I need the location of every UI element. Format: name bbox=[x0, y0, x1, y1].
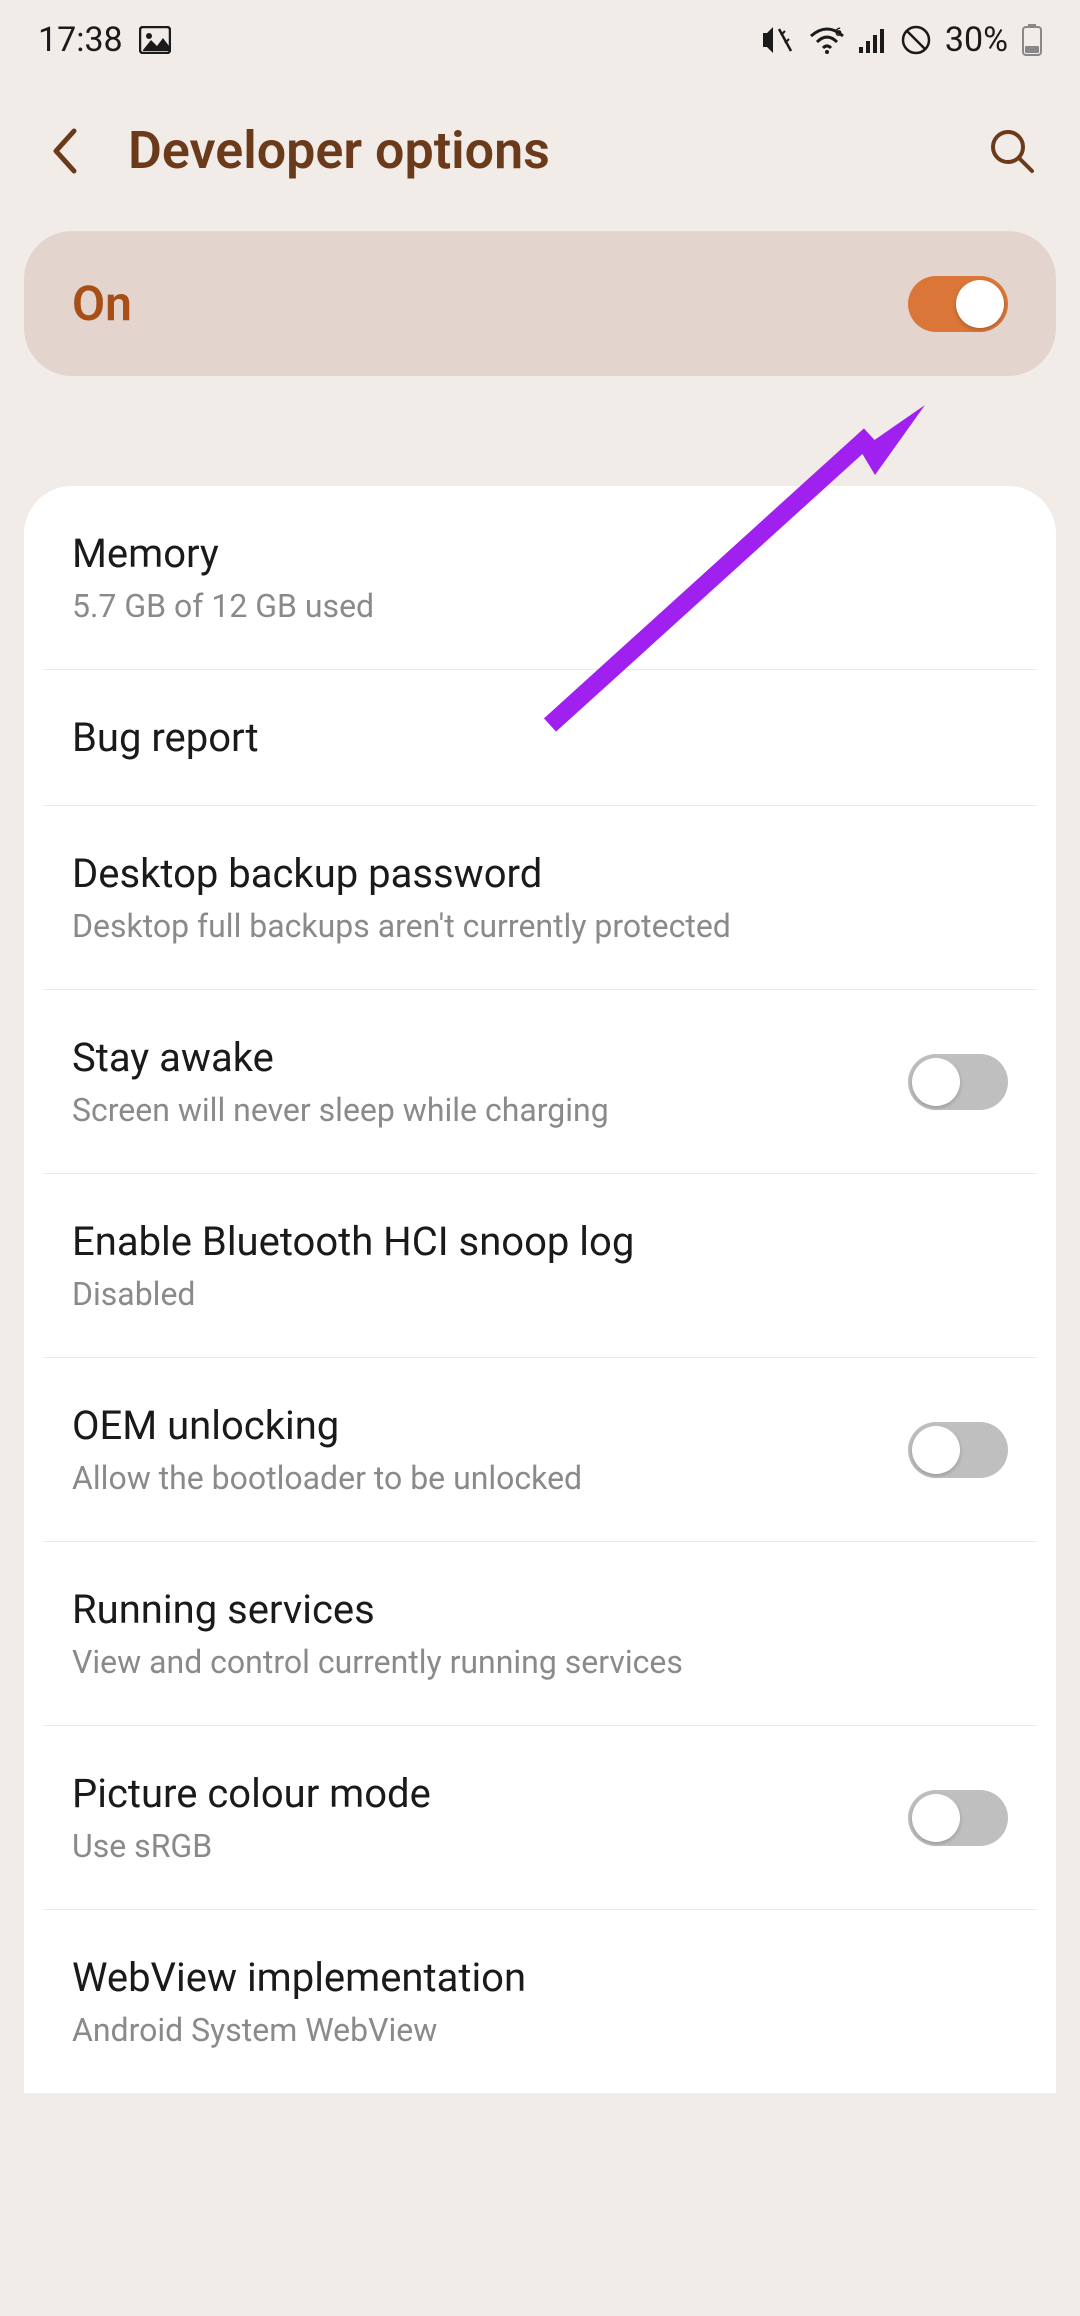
list-item-running-services[interactable]: Running services View and control curren… bbox=[44, 1542, 1036, 1726]
master-toggle-label: On bbox=[72, 275, 132, 332]
battery-icon bbox=[1022, 24, 1042, 56]
status-bar: 17:38 6 bbox=[0, 0, 1080, 80]
wifi-icon: 6 bbox=[809, 26, 845, 54]
item-title: Picture colour mode bbox=[72, 1770, 908, 1817]
settings-list: Memory 5.7 GB of 12 GB used Bug report D… bbox=[24, 486, 1056, 2093]
list-item-picture-colour[interactable]: Picture colour mode Use sRGB bbox=[44, 1726, 1036, 1910]
item-subtitle: 5.7 GB of 12 GB used bbox=[72, 587, 1008, 625]
master-toggle-switch[interactable] bbox=[908, 276, 1008, 332]
list-item-stay-awake[interactable]: Stay awake Screen will never sleep while… bbox=[44, 990, 1036, 1174]
status-time: 17:38 bbox=[38, 20, 123, 60]
item-subtitle: Screen will never sleep while charging bbox=[72, 1091, 908, 1129]
signal-icon bbox=[859, 27, 887, 53]
back-button[interactable] bbox=[40, 127, 88, 175]
search-button[interactable] bbox=[984, 123, 1040, 179]
vibrate-icon bbox=[761, 25, 795, 55]
item-subtitle: Allow the bootloader to be unlocked bbox=[72, 1459, 908, 1497]
item-title: Enable Bluetooth HCI snoop log bbox=[72, 1218, 1008, 1265]
svg-text:6: 6 bbox=[835, 26, 842, 39]
header: Developer options bbox=[0, 80, 1080, 231]
item-title: OEM unlocking bbox=[72, 1402, 908, 1449]
item-subtitle: View and control currently running servi… bbox=[72, 1643, 1008, 1681]
gallery-icon bbox=[139, 26, 171, 54]
stay-awake-toggle[interactable] bbox=[908, 1054, 1008, 1110]
battery-percent: 30% bbox=[945, 20, 1008, 60]
item-subtitle: Use sRGB bbox=[72, 1827, 908, 1865]
item-title: WebView implementation bbox=[72, 1954, 1008, 2001]
item-subtitle: Desktop full backups aren't currently pr… bbox=[72, 907, 1008, 945]
list-item-memory[interactable]: Memory 5.7 GB of 12 GB used bbox=[44, 486, 1036, 670]
list-item-bluetooth-hci[interactable]: Enable Bluetooth HCI snoop log Disabled bbox=[44, 1174, 1036, 1358]
master-toggle-row[interactable]: On bbox=[24, 231, 1056, 376]
list-item-desktop-backup[interactable]: Desktop backup password Desktop full bac… bbox=[44, 806, 1036, 990]
dnd-icon bbox=[901, 25, 931, 55]
page-title: Developer options bbox=[128, 120, 944, 181]
list-item-bug-report[interactable]: Bug report bbox=[44, 670, 1036, 806]
list-item-oem-unlocking[interactable]: OEM unlocking Allow the bootloader to be… bbox=[44, 1358, 1036, 1542]
oem-unlocking-toggle[interactable] bbox=[908, 1422, 1008, 1478]
list-item-webview[interactable]: WebView implementation Android System We… bbox=[44, 1910, 1036, 2093]
item-title: Stay awake bbox=[72, 1034, 908, 1081]
item-title: Memory bbox=[72, 530, 1008, 577]
item-title: Bug report bbox=[72, 714, 1008, 761]
item-title: Desktop backup password bbox=[72, 850, 1008, 897]
item-subtitle: Disabled bbox=[72, 1275, 1008, 1313]
item-subtitle: Android System WebView bbox=[72, 2011, 1008, 2049]
picture-colour-toggle[interactable] bbox=[908, 1790, 1008, 1846]
item-title: Running services bbox=[72, 1586, 1008, 1633]
